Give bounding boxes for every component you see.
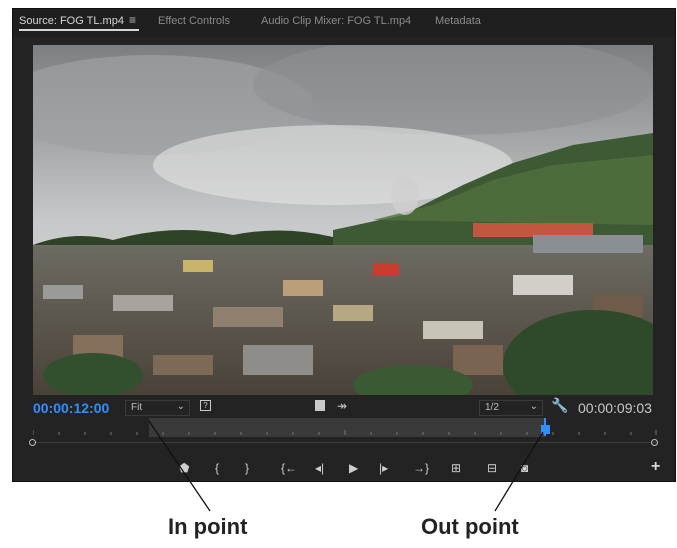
in-point-label: In point bbox=[168, 514, 248, 539]
callout-lines bbox=[148, 420, 544, 512]
out-point-label: Out point bbox=[421, 514, 519, 539]
